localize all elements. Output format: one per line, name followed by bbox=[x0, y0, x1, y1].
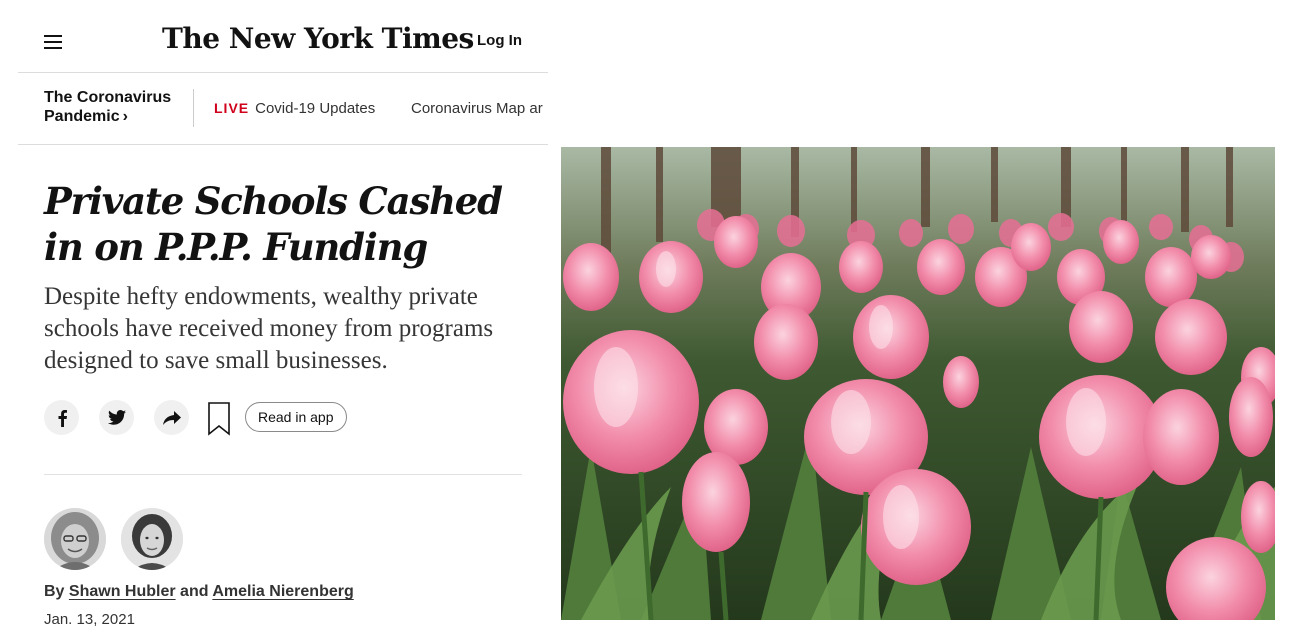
live-badge: LIVE bbox=[214, 100, 250, 116]
section-link-line2: Pandemic bbox=[44, 108, 120, 125]
author-avatar-shawn-hubler[interactable] bbox=[44, 508, 106, 570]
publish-date: Jan. 13, 2021 bbox=[44, 611, 135, 628]
live-updates-link[interactable]: LIVE Covid-19 Updates bbox=[214, 100, 375, 117]
bookmark-icon[interactable] bbox=[207, 402, 231, 436]
author-link-shawn-hubler[interactable]: Shawn Hubler bbox=[69, 583, 176, 600]
byline-divider bbox=[44, 474, 522, 475]
subnav-divider bbox=[193, 89, 194, 127]
masthead-bar: The New York Times Log In bbox=[18, 0, 548, 73]
article-panel: The New York Times Log In The Coronaviru… bbox=[18, 0, 548, 636]
share-arrow-icon bbox=[162, 410, 181, 425]
read-in-app-button[interactable]: Read in app bbox=[245, 402, 347, 432]
share-button[interactable] bbox=[154, 400, 189, 435]
byline: By Shawn Hubler and Amelia Nierenberg bbox=[44, 583, 354, 601]
section-link-line1: The Coronavirus bbox=[44, 89, 172, 106]
screenshot-root: The New York Times Log In The Coronaviru… bbox=[0, 0, 1296, 636]
byline-prefix: By bbox=[44, 583, 65, 600]
author-photo-1 bbox=[44, 508, 106, 570]
nyt-logo[interactable]: The New York Times bbox=[162, 22, 474, 55]
twitter-icon bbox=[107, 410, 126, 425]
coronavirus-map-link[interactable]: Coronavirus Map ar bbox=[411, 100, 543, 117]
section-subnav: The Coronavirus Pandemic › LIVE Covid-19 U… bbox=[18, 73, 548, 145]
author-avatar-amelia-nierenberg[interactable] bbox=[121, 508, 183, 570]
tulip-field-image bbox=[561, 147, 1275, 620]
author-link-amelia-nierenberg[interactable]: Amelia Nierenberg bbox=[212, 583, 353, 600]
hamburger-menu-icon[interactable] bbox=[44, 35, 62, 49]
byline-and: and bbox=[180, 583, 209, 600]
article-summary: Despite hefty endowments, wealthy privat… bbox=[44, 283, 494, 374]
tulip-photo bbox=[561, 147, 1275, 620]
article-headline: Private Schools Cashed in on P.P.P. Fund… bbox=[44, 179, 503, 269]
live-updates-label: Covid-19 Updates bbox=[255, 100, 376, 117]
facebook-share-button[interactable] bbox=[44, 400, 79, 435]
login-link[interactable]: Log In bbox=[477, 32, 522, 49]
chevron-right-icon: › bbox=[122, 108, 128, 125]
facebook-icon bbox=[58, 409, 67, 427]
twitter-share-button[interactable] bbox=[99, 400, 134, 435]
author-photo-2 bbox=[121, 508, 183, 570]
section-link-coronavirus[interactable]: The Coronavirus Pandemic › bbox=[44, 88, 189, 126]
